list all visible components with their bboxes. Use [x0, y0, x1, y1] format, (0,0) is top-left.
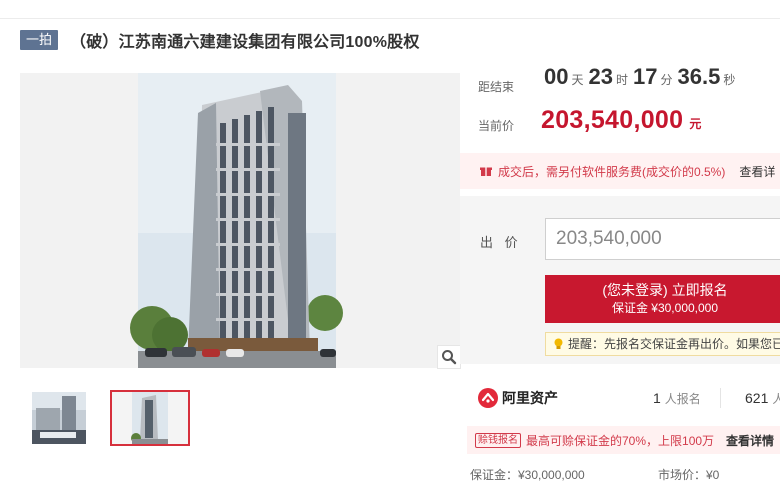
service-fee-text: 成交后，需另付软件服务费(成交价的0.5%) [498, 164, 726, 179]
countdown-timer: 00 天 23 时 17 分 36.5 秒 [544, 64, 740, 98]
bulb-icon [554, 338, 563, 349]
current-price-unit: 元 [689, 117, 702, 131]
countdown-days: 00 [544, 64, 569, 89]
title-row: 一拍 （破）江苏南通六建建设集团有限公司100%股权 [20, 28, 420, 52]
minutes-unit: 分 [660, 73, 673, 87]
seconds-unit: 秒 [723, 73, 736, 87]
register-button-label: (您未登录) 立即报名 [602, 282, 728, 298]
market-price-info: 市场价：¥0 [658, 468, 720, 482]
thumbnail-2-selected[interactable] [110, 390, 190, 446]
top-divider [0, 18, 780, 19]
deposit-loan-tag: 赊钱报名 [475, 432, 521, 448]
page-title: （破）江苏南通六建建设集团有限公司100%股权 [70, 34, 420, 51]
register-now-button[interactable]: (您未登录) 立即报名 保证金 ¥30,000,000 [545, 275, 780, 323]
current-price-label: 当前价 [478, 119, 515, 133]
signup-count-label: 人报名 [664, 392, 701, 406]
auction-round-tag: 一拍 [20, 30, 59, 50]
thumbnail-1[interactable] [32, 392, 86, 444]
bid-label: 出 价 [480, 235, 522, 250]
deposit-loan-text: 最高可赊保证金的70%，上限100万 [526, 433, 715, 448]
deposit-loan-details-link[interactable]: 查看详情 [726, 432, 774, 449]
main-photo[interactable] [20, 73, 460, 368]
countdown-seconds: 36.5 [677, 64, 721, 89]
current-price: 203,540,000 元 [541, 106, 701, 135]
signup-count-value: 1 [653, 390, 661, 406]
bid-reminder: 提醒：先报名交保证金再出价。如果您已 [545, 332, 780, 356]
signup-count: 1 人报名 [653, 390, 701, 407]
thumbnail-image [32, 392, 86, 444]
view-count-value: 621 [745, 390, 769, 406]
platform-name: 阿里资产 [502, 390, 558, 406]
countdown-label: 距结束 [478, 80, 515, 94]
magnifier-icon [442, 350, 457, 365]
countdown-minutes: 17 [633, 64, 658, 89]
current-price-value: 203,540,000 [541, 106, 684, 134]
countdown-hours: 23 [588, 64, 613, 89]
view-count-label: 人 [772, 392, 780, 406]
hours-unit: 时 [615, 73, 628, 87]
bid-amount-input[interactable]: 203,540,000 [545, 218, 780, 260]
platform-brand[interactable]: 阿里资产 [478, 386, 558, 410]
stat-divider [720, 388, 721, 408]
deposit-loan-banner: 赊钱报名 最高可赊保证金的70%，上限100万 查看详情 [467, 426, 780, 454]
zoom-button[interactable] [437, 345, 461, 369]
bid-reminder-text: 提醒：先报名交保证金再出价。如果您已 [568, 337, 780, 351]
gift-icon [480, 167, 492, 176]
building-photo [20, 73, 460, 368]
ali-assets-logo-icon [478, 388, 498, 408]
bid-panel: 出 价 203,540,000 (您未登录) 立即报名 保证金 ¥30,000,… [460, 196, 780, 364]
service-fee-details-link[interactable]: 查看详 [739, 163, 775, 180]
register-button-deposit: 保证金 ¥30,000,000 [611, 301, 719, 315]
deposit-info: 保证金：¥30,000,000 [470, 468, 585, 482]
view-count: 621 人 [745, 390, 780, 407]
thumbnail-image [112, 392, 188, 444]
service-fee-notice: 成交后，需另付软件服务费(成交价的0.5%) 查看详 [460, 153, 780, 189]
days-unit: 天 [571, 73, 584, 87]
